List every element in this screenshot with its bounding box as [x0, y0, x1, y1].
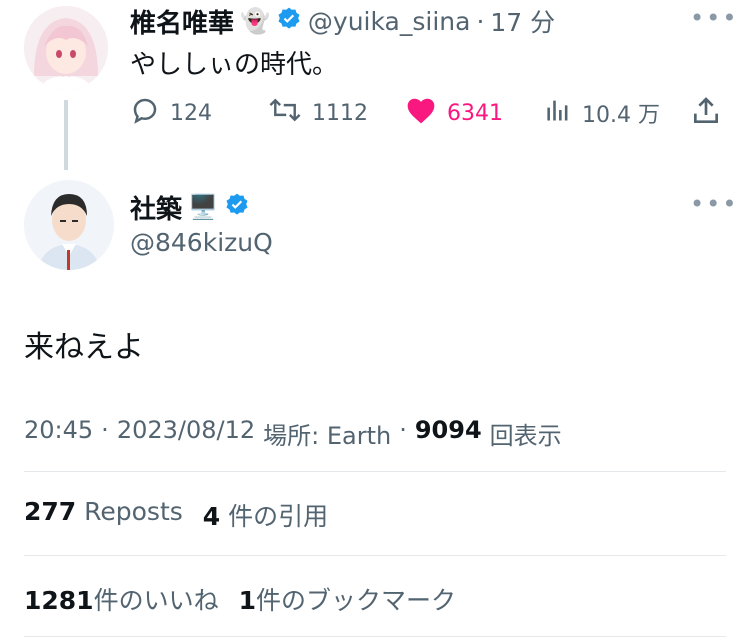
repost-button[interactable]: 1112 — [268, 95, 368, 131]
likes-label: 件のいいね — [93, 586, 219, 615]
quotes-count: 4 — [202, 502, 221, 531]
share-button[interactable] — [690, 95, 722, 131]
like-button[interactable]: 6341 — [405, 95, 503, 131]
like-icon — [405, 95, 437, 131]
verified-icon — [276, 6, 302, 36]
main-text: 来ねえよ — [24, 330, 144, 365]
repost-icon — [268, 95, 302, 131]
stats-row-likes: 1281件のいいね 1件のブックマーク — [24, 581, 456, 617]
parent-time[interactable]: 17 分 — [490, 3, 555, 39]
divider — [24, 636, 726, 637]
tweet-meta: 20:45 · 2023/08/12 場所: Earth · 9094 回表示 — [24, 416, 562, 451]
parent-avatar[interactable] — [24, 6, 108, 90]
main-avatar[interactable] — [24, 180, 114, 270]
main-handle[interactable]: @846kizuQ — [130, 228, 273, 257]
share-icon — [690, 97, 722, 131]
monitor-emoji: 🖥️ — [188, 193, 218, 221]
bookmarks-count: 1 — [238, 586, 257, 615]
parent-handle[interactable]: @yuika_siina — [308, 7, 471, 36]
more-icon[interactable]: ••• — [690, 4, 738, 32]
ghost-emoji: 👻 — [240, 7, 270, 35]
reposts-stat[interactable]: 277 Reposts — [24, 497, 183, 533]
parent-display-name[interactable]: 椎名唯華 — [130, 3, 234, 40]
tweet-location: 場所: Earth — [263, 422, 392, 450]
separator-dot: · — [476, 6, 485, 36]
parent-text: やししぃの時代。 — [130, 50, 339, 80]
main-header: 社築 🖥️ — [130, 189, 250, 226]
verified-icon — [224, 192, 250, 222]
view-count: 9094 — [414, 416, 482, 444]
reposts-label: Reposts — [84, 497, 183, 526]
like-count: 6341 — [447, 100, 503, 126]
parent-header: 椎名唯華 👻 @yuika_siina · 17 分 — [130, 3, 555, 40]
more-icon[interactable]: ••• — [690, 190, 738, 218]
divider — [24, 471, 726, 472]
views-count: 10.4 万 — [582, 103, 660, 128]
view-label: 回表示 — [489, 422, 562, 450]
repost-count: 1112 — [312, 100, 368, 126]
main-display-name[interactable]: 社築 — [130, 189, 182, 226]
likes-count: 1281 — [24, 586, 94, 615]
reposts-count: 277 — [24, 497, 77, 526]
bookmarks-label: 件のブックマーク — [256, 586, 457, 615]
views-icon — [544, 95, 572, 131]
likes-stat[interactable]: 1281件のいいね — [24, 581, 219, 617]
meta-dot: · — [399, 416, 407, 444]
reply-count: 124 — [170, 100, 212, 126]
divider — [24, 555, 726, 556]
meta-dot: · — [101, 416, 109, 444]
tweet-time[interactable]: 20:45 — [24, 416, 93, 451]
quotes-label: 件の引用 — [228, 502, 329, 531]
stats-row-reposts: 277 Reposts 4 件の引用 — [24, 497, 328, 533]
views-button[interactable]: 10.4 万 — [544, 95, 660, 131]
thread-connector — [64, 100, 68, 170]
tweet-date[interactable]: 2023/08/12 — [117, 416, 255, 451]
reply-icon — [130, 95, 160, 131]
bookmarks-stat[interactable]: 1件のブックマーク — [239, 581, 456, 617]
reply-button[interactable]: 124 — [130, 95, 212, 131]
quotes-stat[interactable]: 4 件の引用 — [203, 497, 328, 533]
